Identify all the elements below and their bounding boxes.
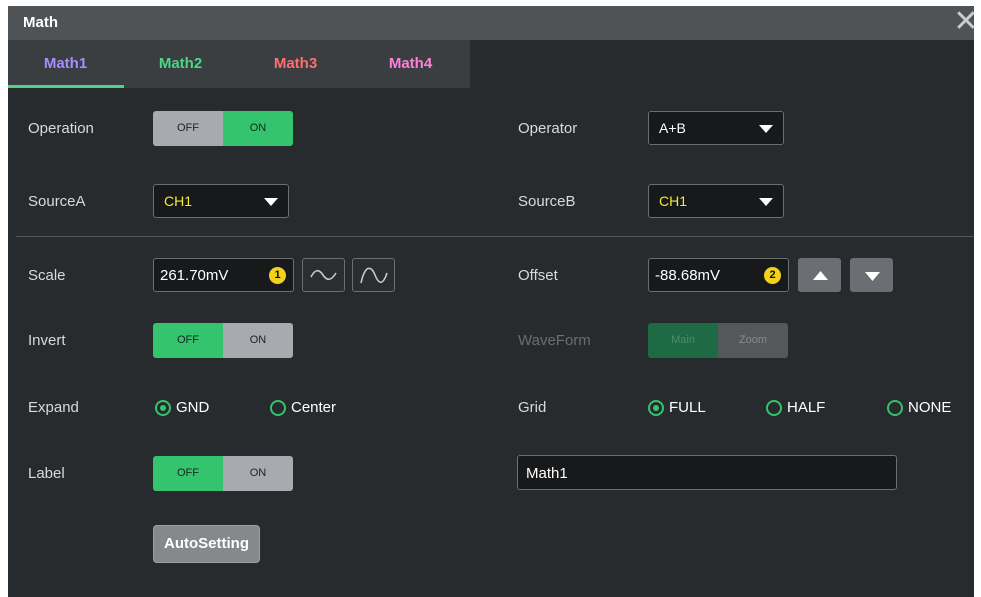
waveform-toggle: Main Zoom: [648, 323, 788, 358]
title-bar: Math ✕: [8, 6, 979, 40]
chevron-down-icon: [264, 198, 278, 206]
math-dialog: Math ✕ Math1 Math2 Math3 Math4 Operation…: [8, 6, 979, 597]
autosetting-button[interactable]: AutoSetting: [153, 525, 260, 563]
sourcea-label: SourceA: [28, 193, 86, 210]
label-off-option[interactable]: OFF: [153, 456, 223, 491]
radio-selected-icon: [155, 399, 171, 416]
operator-select[interactable]: A+B: [648, 111, 784, 145]
knob-1-icon: 1: [269, 267, 286, 284]
operator-value: A+B: [659, 120, 686, 136]
math-tabs: Math1 Math2 Math3 Math4: [8, 40, 470, 88]
scale-fine-button[interactable]: [302, 258, 345, 292]
tab-math1[interactable]: Math1: [8, 40, 123, 88]
grid-full-radio[interactable]: FULL: [648, 399, 706, 416]
waveform-label: WaveForm: [518, 332, 591, 349]
grid-none-radio[interactable]: NONE: [887, 399, 951, 416]
scale-coarse-button[interactable]: [352, 258, 395, 292]
tab-math2[interactable]: Math2: [123, 40, 238, 88]
expand-label: Expand: [28, 399, 79, 416]
grid-half-radio[interactable]: HALF: [766, 399, 825, 416]
sourcea-select[interactable]: CH1: [153, 184, 289, 218]
operation-toggle[interactable]: OFF ON: [153, 111, 293, 146]
grid-label: Grid: [518, 399, 547, 416]
label-on-option[interactable]: ON: [223, 456, 293, 491]
waveform-main-option: Main: [648, 323, 718, 358]
expand-gnd-radio[interactable]: GND: [155, 399, 209, 416]
invert-on-option[interactable]: ON: [223, 323, 293, 358]
operation-label: Operation: [28, 120, 94, 137]
offset-down-button[interactable]: [850, 258, 893, 292]
operation-off-option[interactable]: OFF: [153, 111, 223, 146]
close-icon[interactable]: ✕: [952, 7, 980, 37]
invert-label: Invert: [28, 332, 66, 349]
label-text-input[interactable]: Math1: [517, 455, 897, 490]
expand-gnd-label: GND: [176, 399, 210, 416]
radio-selected-icon: [648, 399, 664, 416]
label-text-value: Math1: [526, 465, 568, 482]
scale-value: 261.70mV: [160, 267, 229, 284]
tab-math3[interactable]: Math3: [238, 40, 353, 88]
offset-input[interactable]: -88.68mV 2: [648, 258, 789, 292]
grid-full-label: FULL: [669, 399, 706, 416]
half-sine-icon: [360, 267, 388, 284]
offset-label: Offset: [518, 267, 558, 284]
grid-half-label: HALF: [787, 399, 826, 416]
sourceb-label: SourceB: [518, 193, 576, 210]
tab-math4[interactable]: Math4: [353, 40, 468, 88]
sine-wave-icon: [310, 269, 337, 281]
invert-toggle[interactable]: OFF ON: [153, 323, 293, 358]
chevron-down-icon: [759, 125, 773, 133]
operator-label: Operator: [518, 120, 578, 137]
sourcea-value: CH1: [164, 193, 193, 209]
triangle-up-icon: [813, 271, 828, 280]
scale-input[interactable]: 261.70mV 1: [153, 258, 294, 292]
sourceb-value: CH1: [659, 193, 688, 209]
radio-unselected-icon: [887, 399, 903, 416]
active-tab-indicator: [8, 85, 124, 88]
chevron-down-icon: [759, 198, 773, 206]
radio-unselected-icon: [270, 399, 286, 416]
knob-2-icon: 2: [764, 267, 781, 284]
invert-off-option[interactable]: OFF: [153, 323, 223, 358]
label-toggle[interactable]: OFF ON: [153, 456, 293, 491]
offset-up-button[interactable]: [798, 258, 841, 292]
radio-unselected-icon: [766, 399, 782, 416]
grid-none-label: NONE: [908, 399, 952, 416]
waveform-zoom-option: Zoom: [718, 323, 788, 358]
expand-center-label: Center: [291, 399, 337, 416]
sourceb-select[interactable]: CH1: [648, 184, 784, 218]
offset-value: -88.68mV: [655, 267, 721, 284]
expand-center-radio[interactable]: Center: [270, 399, 336, 416]
operation-on-option[interactable]: ON: [223, 111, 293, 146]
scale-label: Scale: [28, 267, 66, 284]
dialog-title: Math: [23, 14, 58, 31]
section-divider: [16, 236, 974, 237]
label-label: Label: [28, 465, 65, 482]
triangle-down-icon: [865, 272, 880, 281]
